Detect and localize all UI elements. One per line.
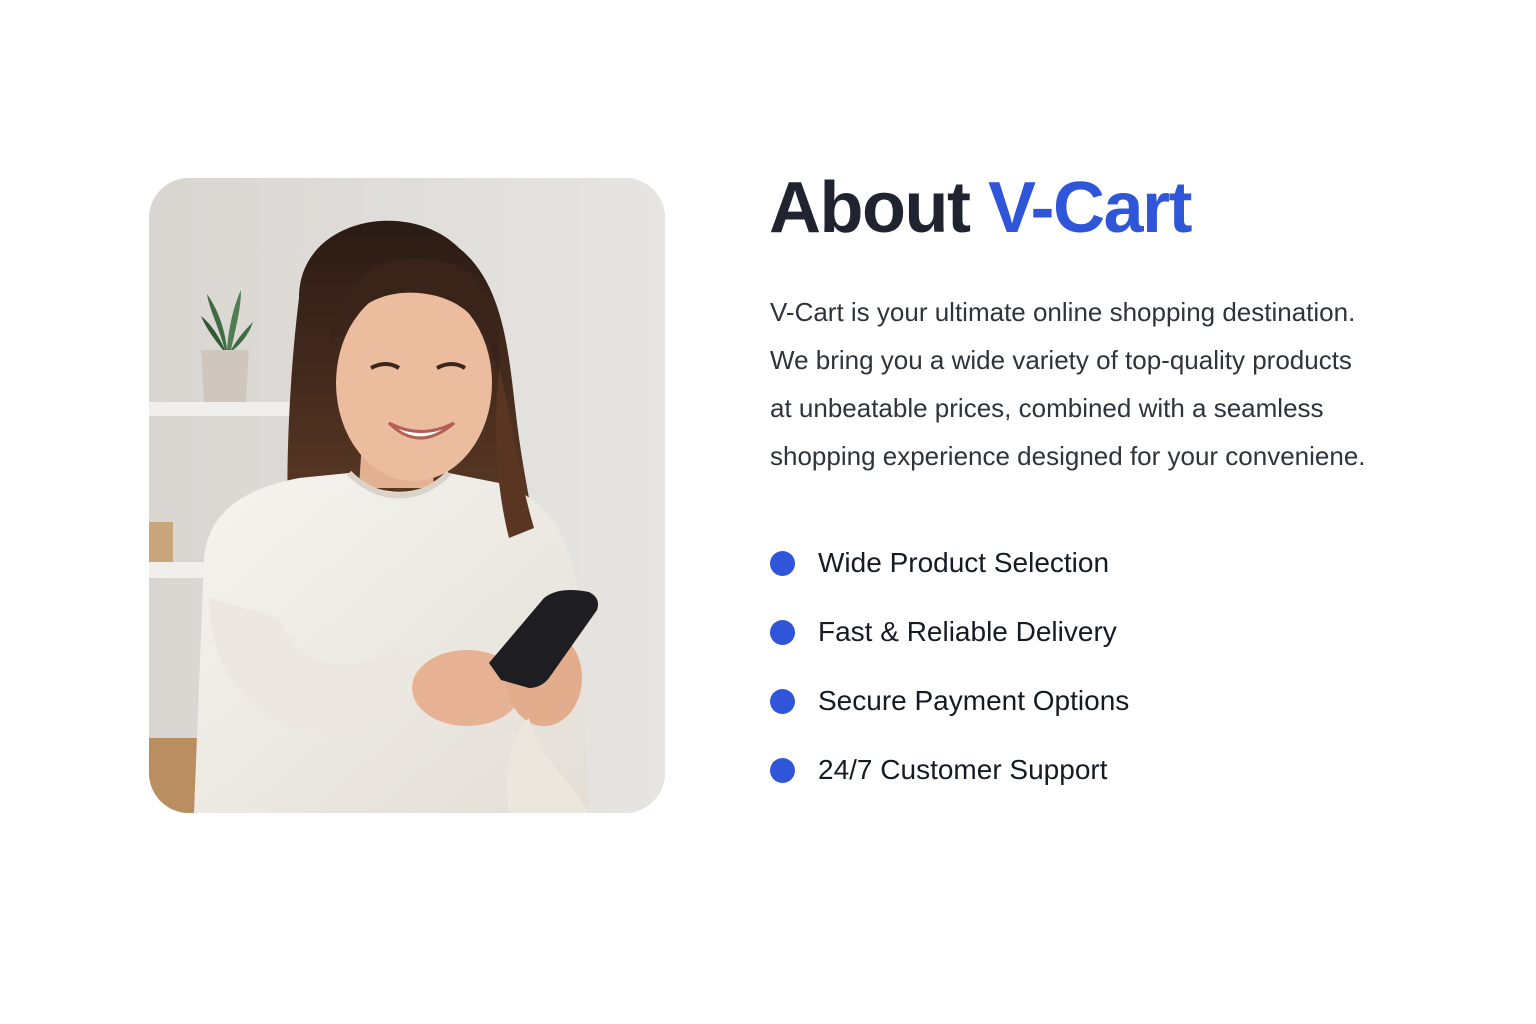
about-section: About V-Cart V-Cart is your ultimate onl…: [0, 0, 1536, 1024]
title-prefix: About: [769, 168, 971, 248]
page-title: About V-Cart: [769, 166, 1193, 250]
description-line: We bring you a wide variety of top-quali…: [770, 345, 1352, 375]
feature-label: Wide Product Selection: [818, 547, 1110, 578]
feature-item: Wide Product Selection: [770, 540, 1129, 586]
woman-with-phone-photo: [149, 178, 665, 813]
bullet-dot-icon: [770, 757, 795, 783]
feature-label: Fast & Reliable Delivery: [818, 616, 1117, 647]
description-line: shopping experience designed for your co…: [770, 441, 1366, 471]
description-line: V-Cart is your ultimate online shopping …: [770, 297, 1356, 327]
bullet-dot-icon: [770, 688, 795, 714]
feature-item: Secure Payment Options: [770, 678, 1129, 724]
feature-list: Wide Product Selection Fast & Reliable D…: [770, 540, 1129, 816]
about-description: V-Cart is your ultimate online shopping …: [770, 288, 1430, 480]
feature-item: 24/7 Customer Support: [770, 747, 1129, 793]
feature-label: Secure Payment Options: [818, 685, 1130, 716]
feature-item: Fast & Reliable Delivery: [770, 609, 1129, 655]
description-line: at unbeatable prices, combined with a se…: [770, 393, 1324, 423]
feature-label: 24/7 Customer Support: [818, 754, 1108, 785]
title-brand: V-Cart: [987, 168, 1193, 248]
bullet-dot-icon: [770, 550, 795, 576]
bullet-dot-icon: [770, 619, 795, 645]
